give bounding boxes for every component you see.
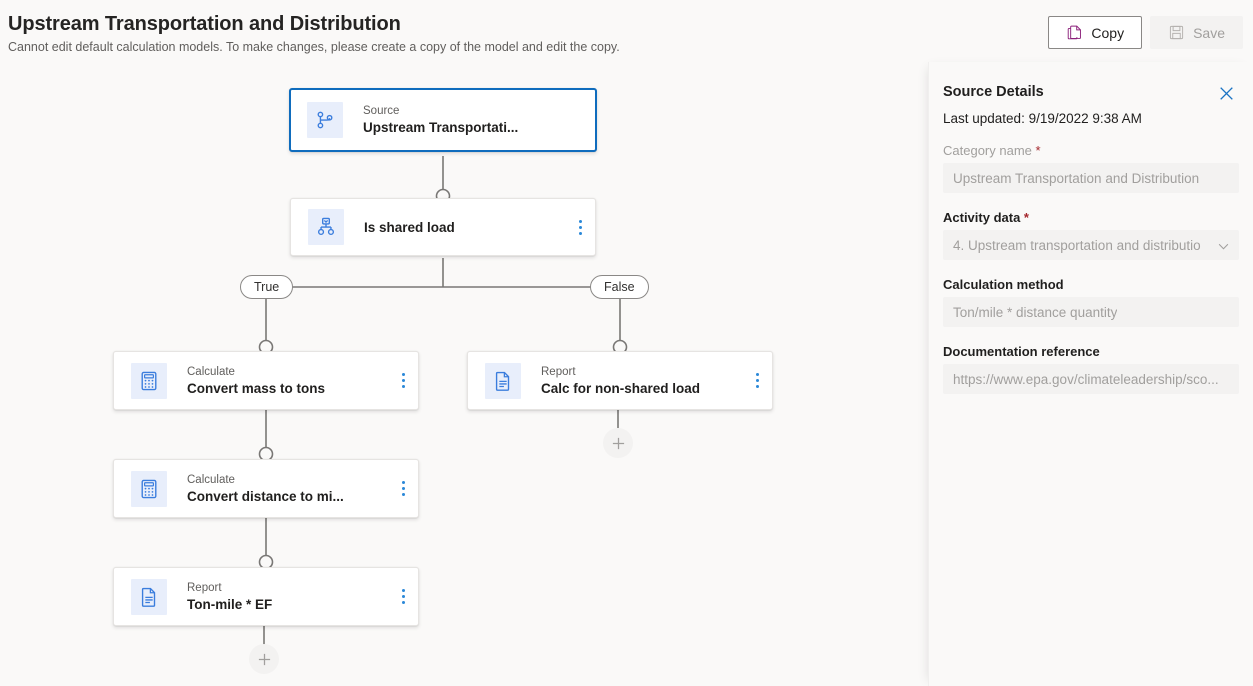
- add-step-button-false-branch[interactable]: [603, 428, 633, 458]
- menu-dot: [755, 379, 759, 382]
- menu-dot: [401, 595, 405, 598]
- flow-node-text: Source Upstream Transportati...: [363, 104, 595, 136]
- field-label-text: Calculation method: [943, 277, 1064, 292]
- flow-node-menu-button[interactable]: [742, 352, 772, 409]
- app-root: Upstream Transportation and Distribution…: [0, 0, 1253, 686]
- menu-dot: [578, 219, 582, 223]
- flow-node-convert-distance[interactable]: Calculate Convert distance to mi...: [113, 459, 419, 518]
- branch-label-false-text: False: [604, 280, 635, 294]
- copy-icon: [1066, 24, 1083, 41]
- menu-dot: [401, 601, 405, 604]
- page-header: Upstream Transportation and Distribution…: [0, 0, 1253, 62]
- flow-node-type: Report: [541, 365, 576, 378]
- flow-node-type: Source: [363, 105, 400, 117]
- flow-node-name: Convert mass to tons: [187, 380, 326, 396]
- field-value: Ton/mile * distance quantity: [953, 304, 1118, 320]
- menu-dot: [401, 379, 405, 382]
- chevron-down-icon: [1217, 231, 1230, 259]
- flow-node-name: Ton-mile * EF: [187, 596, 273, 612]
- field-activity-data: Activity data * 4. Upstream transportati…: [943, 210, 1239, 260]
- panel-last-updated: Last updated: 9/19/2022 9:38 AM: [943, 111, 1142, 126]
- save-button[interactable]: Save: [1150, 16, 1243, 49]
- documentation-reference-input[interactable]: https://www.epa.gov/climateleadership/sc…: [943, 364, 1239, 394]
- field-label-text: Activity data: [943, 210, 1021, 225]
- category-name-input[interactable]: Upstream Transportation and Distribution: [943, 163, 1239, 193]
- activity-data-dropdown[interactable]: 4. Upstream transportation and distribut…: [943, 230, 1239, 260]
- menu-dot: [401, 373, 405, 376]
- flow-node-convert-mass[interactable]: Calculate Convert mass to tons: [113, 351, 419, 410]
- flow-node-text: Report Calc for non-shared load: [541, 365, 742, 397]
- plus-icon: [612, 437, 624, 449]
- menu-dot: [401, 481, 405, 484]
- menu-dot: [578, 231, 582, 235]
- flow-node-type: Report: [187, 581, 222, 594]
- branch-label-false[interactable]: False: [590, 275, 649, 299]
- flow-canvas[interactable]: Source Upstream Transportati... Is share…: [0, 62, 928, 686]
- menu-dot: [755, 385, 759, 388]
- menu-dot: [401, 487, 405, 490]
- flow-node-report-tonmile[interactable]: Report Ton-mile * EF: [113, 567, 419, 626]
- field-calculation-method: Calculation method Ton/mile * distance q…: [943, 277, 1239, 327]
- decision-hierarchy-icon: [308, 209, 344, 245]
- flow-node-name: Upstream Transportati...: [363, 120, 519, 135]
- required-asterisk: *: [1020, 210, 1029, 225]
- flow-node-text: Is shared load: [364, 219, 565, 236]
- flow-node-name: Convert distance to mi...: [187, 488, 344, 504]
- field-label: Documentation reference: [943, 344, 1239, 359]
- field-documentation-reference: Documentation reference https://www.epa.…: [943, 344, 1239, 394]
- field-category-name: Category name * Upstream Transportation …: [943, 143, 1239, 193]
- save-button-label: Save: [1193, 24, 1225, 41]
- source-details-panel: Source Details Last updated: 9/19/2022 9…: [928, 62, 1253, 686]
- copy-button-label: Copy: [1091, 24, 1125, 41]
- add-step-button-true-branch[interactable]: [249, 644, 279, 674]
- flow-node-text: Calculate Convert distance to mi...: [187, 473, 388, 505]
- field-value: https://www.epa.gov/climateleadership/sc…: [953, 371, 1219, 387]
- field-value: 4. Upstream transportation and distribut…: [953, 237, 1201, 253]
- page-subtitle: Cannot edit default calculation models. …: [8, 40, 620, 54]
- flow-node-menu-button[interactable]: [565, 199, 595, 255]
- field-label: Category name *: [943, 143, 1239, 158]
- flow-node-source[interactable]: Source Upstream Transportati...: [289, 88, 597, 152]
- flow-node-type: Calculate: [187, 365, 235, 378]
- flow-node-menu-button[interactable]: [388, 568, 418, 625]
- menu-dot: [578, 225, 582, 229]
- required-asterisk: *: [1031, 143, 1041, 158]
- close-icon[interactable]: [1211, 78, 1241, 108]
- field-label-text: Category name: [943, 143, 1032, 158]
- header-actions: Copy Save: [1048, 16, 1243, 49]
- field-label: Activity data *: [943, 210, 1239, 225]
- field-value: Upstream Transportation and Distribution: [953, 170, 1200, 186]
- flow-node-menu-button[interactable]: [388, 460, 418, 517]
- page-title: Upstream Transportation and Distribution: [8, 13, 401, 35]
- branch-label-true[interactable]: True: [240, 275, 294, 299]
- flow-node-text: Calculate Convert mass to tons: [187, 365, 388, 397]
- copy-button[interactable]: Copy: [1048, 16, 1143, 49]
- save-icon: [1168, 24, 1185, 41]
- flow-node-menu-button[interactable]: [388, 352, 418, 409]
- calculator-icon: [131, 470, 167, 507]
- menu-dot: [401, 385, 405, 388]
- field-label-text: Documentation reference: [943, 344, 1100, 359]
- branch-fork-icon: [307, 102, 343, 138]
- flow-node-condition[interactable]: Is shared load: [290, 198, 596, 256]
- flow-node-name: Calc for non-shared load: [541, 380, 701, 396]
- flow-node-name: Is shared load: [364, 219, 455, 235]
- flow-node-report-nonshared[interactable]: Report Calc for non-shared load: [467, 351, 773, 410]
- menu-dot: [755, 373, 759, 376]
- report-document-icon: [131, 578, 167, 615]
- plus-icon: [258, 653, 270, 665]
- menu-dot: [401, 589, 405, 592]
- report-document-icon: [485, 362, 521, 399]
- menu-dot: [401, 493, 405, 496]
- flow-node-type: Calculate: [187, 473, 235, 486]
- field-label: Calculation method: [943, 277, 1239, 292]
- panel-title: Source Details: [943, 84, 1044, 100]
- branch-label-true-text: True: [254, 280, 280, 294]
- panel-header: Source Details: [929, 62, 1253, 100]
- calculator-icon: [131, 362, 167, 399]
- flow-node-text: Report Ton-mile * EF: [187, 581, 388, 613]
- calculation-method-input[interactable]: Ton/mile * distance quantity: [943, 297, 1239, 327]
